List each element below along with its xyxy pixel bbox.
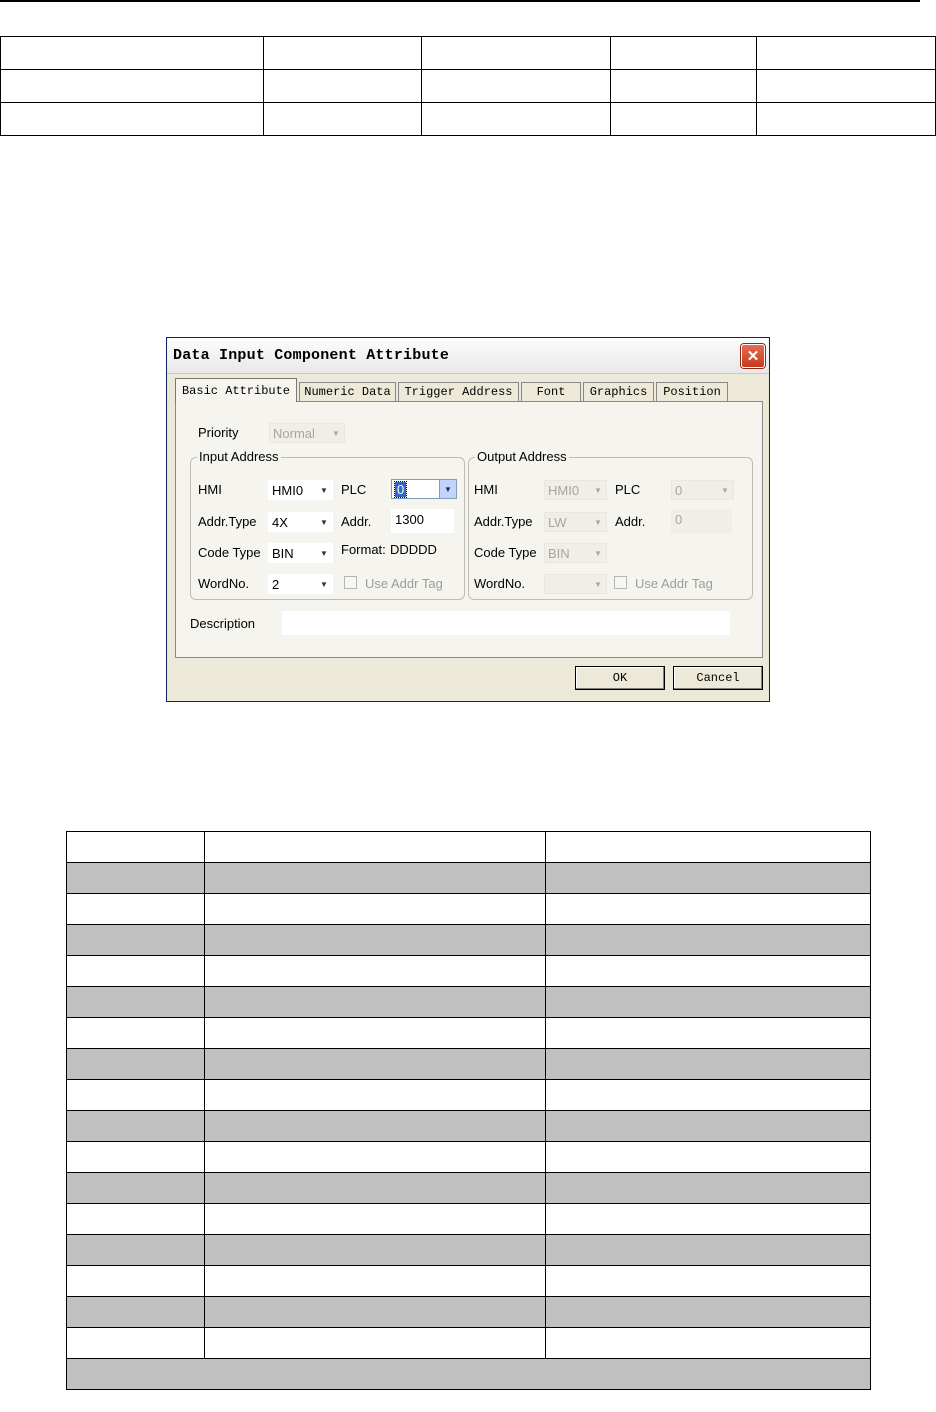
output-code-type-select[interactable]: BIN ▼ (544, 543, 607, 563)
table-row (66, 924, 871, 956)
table-row (66, 1079, 871, 1111)
output-wordno-select[interactable]: ▼ (544, 574, 607, 594)
dialog-titlebar[interactable]: Data Input Component Attribute ✕ (167, 338, 769, 374)
output-code-type-label: Code Type (474, 545, 537, 560)
table-row (66, 1110, 871, 1142)
tab-numeric-data[interactable]: Numeric Data (299, 382, 396, 401)
output-plc-value: 0 (675, 483, 683, 498)
table-row (66, 831, 871, 863)
input-wordno-value: 2 (272, 577, 280, 592)
bottom-table (66, 831, 871, 1390)
output-address-legend: Output Address (475, 449, 569, 464)
chevron-down-icon: ▼ (320, 549, 328, 558)
format-value: DDDDD (390, 542, 437, 557)
table-row (66, 986, 871, 1018)
table-row (0, 102, 936, 136)
chevron-down-icon: ▼ (320, 580, 328, 589)
table-row (66, 1203, 871, 1235)
basic-attribute-panel: Priority Normal ▼ Input Address HMI HMI0… (175, 401, 763, 658)
input-hmi-select[interactable]: HMI0 ▼ (268, 480, 333, 500)
chevron-down-icon: ▼ (594, 549, 602, 558)
priority-label: Priority (198, 425, 239, 440)
chevron-down-icon: ▼ (332, 429, 340, 438)
input-hmi-label: HMI (198, 482, 222, 497)
input-plc-label: PLC (341, 482, 367, 497)
table-row (66, 1017, 871, 1049)
output-addr-field[interactable]: 0 (671, 509, 732, 533)
input-wordno-label: WordNo. (198, 576, 250, 591)
table-row (0, 69, 936, 103)
output-hmi-label: HMI (474, 482, 498, 497)
tab-trigger-address[interactable]: Trigger Address (398, 382, 519, 401)
output-use-addr-tag-checkbox[interactable] (614, 576, 627, 589)
input-plc-value: 0 (393, 481, 408, 498)
input-address-group: Input Address HMI HMI0 ▼ PLC 0 ▼ Addr.Ty… (190, 449, 465, 600)
dialog-title: Data Input Component Attribute (173, 347, 450, 364)
tab-position[interactable]: Position (656, 382, 728, 401)
input-use-addr-tag-checkbox[interactable] (344, 576, 357, 589)
output-hmi-select[interactable]: HMI0 ▼ (544, 480, 607, 500)
description-field[interactable] (282, 611, 730, 635)
input-addr-label: Addr. (341, 514, 372, 529)
output-hmi-value: HMI0 (548, 483, 580, 498)
input-use-addr-tag-label: Use Addr Tag (365, 576, 443, 591)
table-row (66, 862, 871, 894)
description-label: Description (190, 616, 256, 631)
close-button[interactable]: ✕ (741, 344, 765, 368)
table-row (0, 36, 936, 70)
table-row (66, 1358, 871, 1390)
input-wordno-select[interactable]: 2 ▼ (268, 574, 333, 594)
table-row (66, 1048, 871, 1080)
chevron-down-icon: ▼ (594, 486, 602, 495)
page-header-rule (0, 0, 920, 2)
table-row (66, 893, 871, 925)
output-use-addr-tag-label: Use Addr Tag (635, 576, 713, 591)
input-code-type-label: Code Type (198, 545, 261, 560)
output-plc-select[interactable]: 0 ▼ (671, 480, 734, 500)
chevron-down-icon: ▼ (320, 518, 328, 527)
output-addr-type-select[interactable]: LW ▼ (544, 512, 607, 532)
data-input-dialog: Data Input Component Attribute ✕ Basic A… (166, 337, 770, 702)
chevron-down-icon: ▼ (594, 580, 602, 589)
table-row (66, 955, 871, 987)
output-addr-type-value: LW (548, 515, 567, 530)
top-table (0, 36, 936, 136)
chevron-down-icon: ▼ (439, 480, 456, 498)
output-plc-label: PLC (615, 482, 641, 497)
input-address-legend: Input Address (197, 449, 281, 464)
input-code-type-select[interactable]: BIN ▼ (268, 543, 333, 563)
cancel-button[interactable]: Cancel (673, 666, 763, 690)
output-addr-label: Addr. (615, 514, 646, 529)
tab-basic-attribute[interactable]: Basic Attribute (175, 378, 297, 402)
table-row (66, 1296, 871, 1328)
input-addr-type-label: Addr.Type (198, 514, 257, 529)
table-row (66, 1327, 871, 1359)
close-icon: ✕ (746, 347, 760, 365)
input-plc-select[interactable]: 0 ▼ (391, 479, 457, 499)
chevron-down-icon: ▼ (594, 518, 602, 527)
output-address-group: Output Address HMI HMI0 ▼ PLC 0 ▼ Addr.T… (468, 449, 753, 600)
table-row (66, 1172, 871, 1204)
output-wordno-label: WordNo. (474, 576, 526, 591)
format-label: Format: (341, 542, 386, 557)
input-code-type-value: BIN (272, 546, 294, 561)
ok-button[interactable]: OK (575, 666, 665, 690)
tab-graphics[interactable]: Graphics (583, 382, 654, 401)
output-code-type-value: BIN (548, 546, 570, 561)
priority-select[interactable]: Normal ▼ (269, 423, 345, 443)
table-row (66, 1141, 871, 1173)
input-addr-field[interactable]: 1300 (391, 509, 454, 533)
chevron-down-icon: ▼ (320, 486, 328, 495)
input-hmi-value: HMI0 (272, 483, 304, 498)
priority-value: Normal (273, 426, 315, 441)
table-row (66, 1234, 871, 1266)
input-addr-type-value: 4X (272, 515, 288, 530)
input-addr-type-select[interactable]: 4X ▼ (268, 512, 333, 532)
tab-font[interactable]: Font (521, 382, 581, 401)
table-row (66, 1265, 871, 1297)
output-addr-type-label: Addr.Type (474, 514, 533, 529)
chevron-down-icon: ▼ (721, 486, 729, 495)
